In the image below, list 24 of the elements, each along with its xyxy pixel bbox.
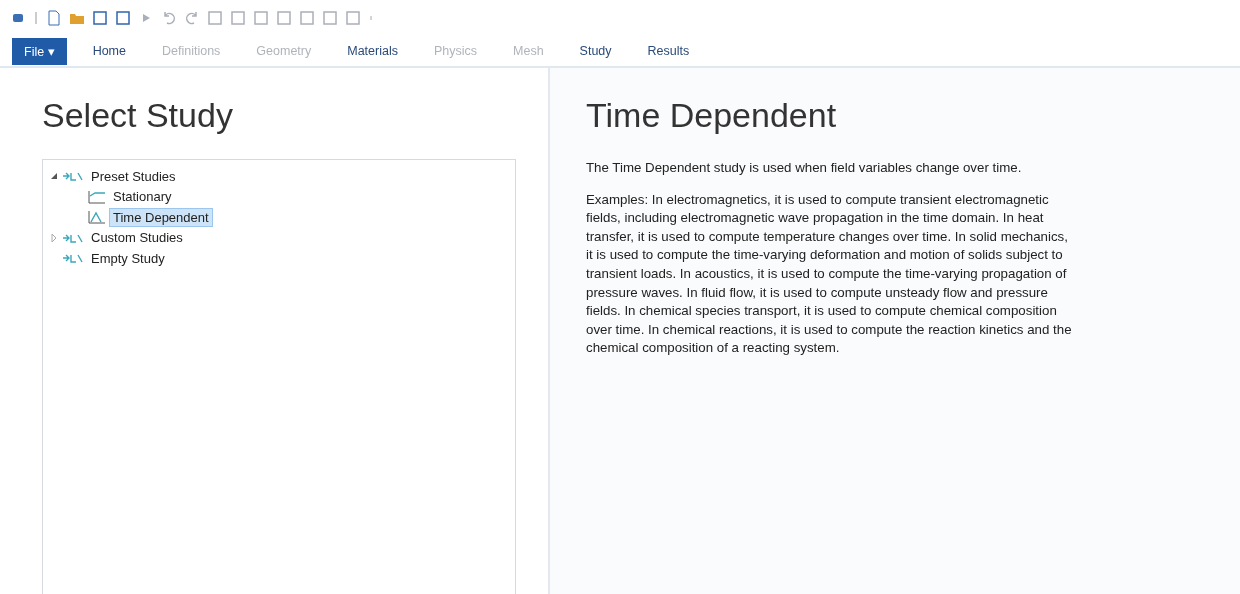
description-text: The Time Dependent study is used when field variables change over time.: [586, 159, 1023, 177]
tree-item[interactable]: Time Dependent: [109, 207, 213, 227]
ribbon-tab[interactable]: Home: [80, 38, 138, 64]
tree-item[interactable]: Custom Studies: [87, 228, 187, 248]
tree-item[interactable]: Preset Studies: [87, 166, 180, 186]
chart-line-icon: [88, 189, 106, 204]
expand-arrow-icon[interactable]: [49, 232, 59, 243]
study-icon: [62, 252, 84, 265]
collapse-arrow-icon[interactable]: [49, 171, 59, 182]
separator-icon: [33, 10, 39, 26]
undo-icon[interactable]: [161, 10, 177, 26]
panel-title: Select Study: [42, 96, 234, 135]
ribbon-tab[interactable]: Results: [635, 38, 702, 64]
triangle-icon: [88, 210, 106, 225]
tree-item[interactable]: Empty Study: [87, 248, 169, 268]
tree-item[interactable]: Stationary: [109, 187, 176, 207]
redo-icon[interactable]: [184, 10, 200, 26]
file-menu-button[interactable]: File ▾: [12, 37, 67, 65]
ribbon-tab[interactable]: Materials: [335, 38, 410, 64]
new-file-icon[interactable]: [46, 10, 62, 26]
description-text: Examples: In electromagnetics, it is used to compute transient electromagnetic fields, including electromagnetic wave propagation in the time domain. In heat transfer, it is used to compute temperature changes over time. In solid mechanics, it is used to compute the time-varying deformation and motion of solids subject to transient loads. In acoustics, it is used to compute the time-varying propagation of pressure waves. In fluid flow, it is used to compute unsteady flow and pressure fields. In chemical species transport, it is used to compute chemical composition over time. In chemical reactions, it is used to compute the reaction kinetics and the chemical composition of a reacting system.: [586, 190, 1073, 358]
description-title: Time Dependent: [586, 96, 838, 135]
ribbon-tab[interactable]: Study: [567, 38, 624, 64]
study-icon: [62, 170, 84, 183]
